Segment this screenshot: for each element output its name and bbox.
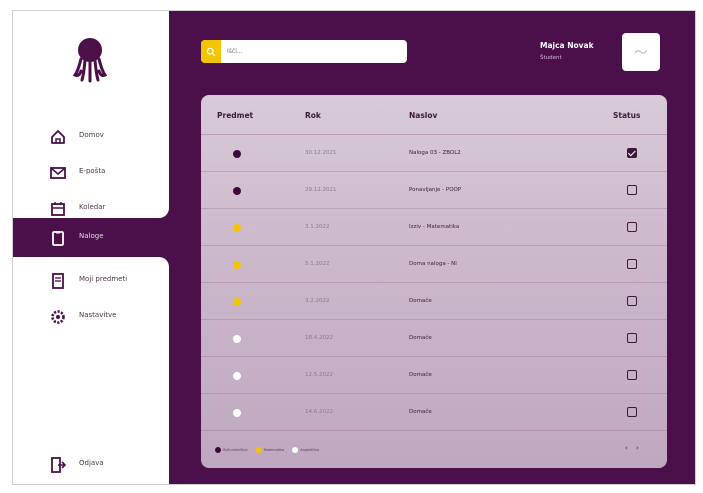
sidebar-item-label: Koledar bbox=[79, 203, 106, 211]
sidebar-item-label: Nastavitve bbox=[79, 311, 117, 319]
column-header-naslov[interactable]: Naslov bbox=[409, 111, 437, 120]
avatar[interactable] bbox=[622, 33, 660, 71]
assignment-title: Izziv - Matematika bbox=[409, 224, 460, 230]
legend-item: Računalništvo bbox=[215, 447, 248, 453]
subject-dot bbox=[233, 372, 241, 380]
subject-dot bbox=[233, 298, 241, 306]
next-page-button[interactable]: › bbox=[636, 444, 642, 452]
sidebar-item-e-posta[interactable]: E-pošta bbox=[13, 159, 169, 187]
status-checkbox[interactable] bbox=[627, 185, 637, 195]
legend-dot bbox=[292, 447, 299, 453]
column-header-status[interactable]: Status bbox=[613, 111, 640, 120]
calendar-icon bbox=[51, 202, 65, 216]
subject-dot bbox=[233, 409, 241, 417]
due-date: 12.5.2022 bbox=[305, 372, 333, 378]
due-date: 18.4.2022 bbox=[305, 335, 333, 341]
assignment-title: Domače bbox=[409, 298, 432, 304]
sidebar-item-koledar[interactable]: Koledar bbox=[13, 195, 169, 223]
search-icon bbox=[206, 47, 216, 56]
sidebar-item-label: Naloge bbox=[79, 232, 104, 240]
due-date: 29.12.2021 bbox=[305, 187, 337, 193]
sidebar-item-nastavitve[interactable]: Nastavitve bbox=[13, 303, 169, 331]
sidebar-item-label: E-pošta bbox=[79, 167, 106, 175]
table-row[interactable]: 12.5.2022 Domače bbox=[201, 357, 667, 394]
sidebar: Domov E-pošta Koledar Naloge Moji predme… bbox=[13, 11, 169, 484]
table-row[interactable]: 30.12.2021 Naloga 03 - ZBOL2 bbox=[201, 135, 667, 172]
legend-item: Matematika bbox=[255, 447, 285, 453]
assignment-title: Domače bbox=[409, 335, 432, 341]
status-checkbox[interactable] bbox=[627, 296, 637, 306]
column-header-rok[interactable]: Rok bbox=[305, 111, 321, 120]
prev-page-button[interactable]: ‹ bbox=[625, 444, 631, 452]
sidebar-item-label: Moji predmeti bbox=[79, 275, 128, 283]
home-icon bbox=[51, 130, 65, 144]
subject-dot bbox=[233, 150, 241, 158]
user-name: Majca Novak bbox=[540, 41, 594, 50]
user-role: Študent bbox=[540, 55, 562, 61]
table-row[interactable]: 29.12.2021 Ponavljanje - POOP bbox=[201, 172, 667, 209]
assignment-title: Domače bbox=[409, 372, 432, 378]
octopus-logo-icon bbox=[73, 38, 107, 83]
sidebar-item-label: Domov bbox=[79, 131, 104, 139]
legend-label: Matematika bbox=[263, 448, 285, 452]
due-date: 5.1.2022 bbox=[305, 261, 330, 267]
subject-dot bbox=[233, 335, 241, 343]
book-icon bbox=[52, 273, 64, 289]
subject-dot bbox=[233, 261, 241, 269]
status-checkbox[interactable] bbox=[627, 259, 637, 269]
assignment-title: Naloga 03 - ZBOL2 bbox=[409, 150, 461, 156]
status-checkbox[interactable] bbox=[627, 148, 637, 158]
status-checkbox[interactable] bbox=[627, 333, 637, 343]
assignment-title: Doma naloga - NI bbox=[409, 261, 457, 267]
due-date: 30.12.2021 bbox=[305, 150, 337, 156]
due-date: 3.1.2022 bbox=[305, 224, 330, 230]
assignments-table: Predmet Rok Naslov Status 30.12.2021 Nalo… bbox=[201, 95, 667, 468]
status-checkbox[interactable] bbox=[627, 222, 637, 232]
table-row[interactable]: 5.1.2022 Doma naloga - NI bbox=[201, 246, 667, 283]
legend-dot bbox=[215, 447, 221, 453]
legend-label: Angleščina bbox=[300, 448, 320, 452]
app-window: Domov E-pošta Koledar Naloge Moji predme… bbox=[12, 10, 696, 485]
search-button[interactable] bbox=[201, 40, 221, 63]
subject-dot bbox=[233, 187, 241, 195]
status-checkbox[interactable] bbox=[627, 407, 637, 417]
sidebar-item-moji-predmeti[interactable]: Moji predmeti bbox=[13, 267, 169, 295]
subject-legend: Računalništvo Matematika Angleščina bbox=[215, 445, 323, 455]
sidebar-item-naloge[interactable]: Naloge bbox=[13, 224, 169, 252]
status-checkbox[interactable] bbox=[627, 370, 637, 380]
pagination: ‹ › bbox=[625, 444, 642, 452]
due-date: 3.2.2022 bbox=[305, 298, 330, 304]
legend-label: Računalništvo bbox=[223, 448, 248, 452]
search-bar bbox=[201, 40, 407, 63]
assignment-title: Domače bbox=[409, 409, 432, 415]
subject-dot bbox=[233, 224, 241, 232]
sidebar-item-domov[interactable]: Domov bbox=[13, 123, 169, 151]
table-header: Predmet Rok Naslov Status bbox=[201, 95, 667, 135]
clipboard-icon bbox=[52, 231, 64, 246]
column-header-predmet[interactable]: Predmet bbox=[217, 111, 253, 120]
avatar-icon bbox=[634, 49, 648, 54]
legend-item: Angleščina bbox=[292, 447, 319, 453]
logout-label: Odjava bbox=[79, 459, 104, 467]
logout-button[interactable]: Odjava bbox=[13, 451, 169, 479]
table-row[interactable]: 14.6.2022 Domače bbox=[201, 394, 667, 431]
table-row[interactable]: 3.1.2022 Izziv - Matematika bbox=[201, 209, 667, 246]
table-row[interactable]: 18.4.2022 Domače bbox=[201, 320, 667, 357]
assignment-title: Ponavljanje - POOP bbox=[409, 187, 462, 193]
due-date: 14.6.2022 bbox=[305, 409, 333, 415]
table-row[interactable]: 3.2.2022 Domače bbox=[201, 283, 667, 320]
search-input[interactable] bbox=[225, 40, 403, 63]
mail-icon bbox=[50, 167, 66, 179]
logout-icon bbox=[51, 457, 67, 473]
gear-icon bbox=[51, 310, 65, 324]
legend-dot bbox=[255, 447, 262, 453]
